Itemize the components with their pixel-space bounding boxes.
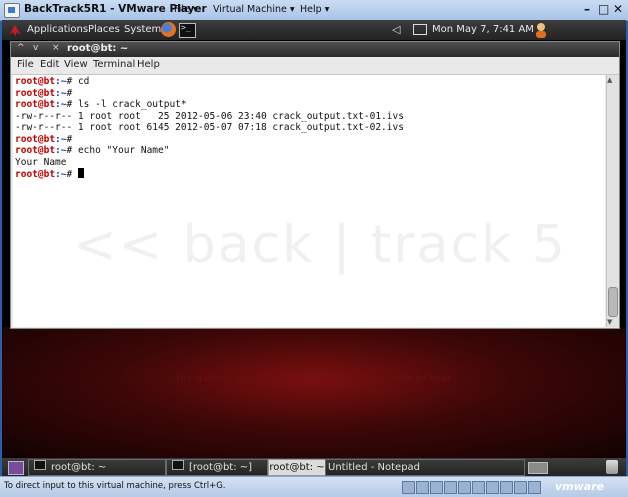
device-icon[interactable] xyxy=(500,481,513,494)
command-text: # ls -l crack_output* xyxy=(66,99,187,110)
workspace-switcher[interactable] xyxy=(528,462,548,474)
prompt-path: :~ xyxy=(55,76,67,87)
taskbar-item[interactable]: root@bt: ~ xyxy=(28,459,166,476)
terminal-menu-help[interactable]: Help xyxy=(137,59,160,70)
terminal-output-line: -rw-r--r-- 1 root root 6145 2012-05-07 0… xyxy=(15,122,404,133)
vmware-menu-help[interactable]: Help ▾ xyxy=(300,4,329,15)
guest-screen[interactable]: Applications Places System ◁ Mon May 7, … xyxy=(2,20,626,476)
scrollbar-thumb[interactable] xyxy=(608,287,618,317)
device-icon[interactable] xyxy=(402,481,415,494)
prompt-path: :~ xyxy=(55,133,67,145)
desktop-wallpaper xyxy=(2,327,626,458)
menu-applications[interactable]: Applications xyxy=(27,24,88,35)
mail-icon[interactable] xyxy=(413,24,427,35)
text-cursor xyxy=(77,168,84,178)
terminal-menubar: File Edit View Terminal Help xyxy=(11,57,619,75)
clock[interactable]: Mon May 7, 7:41 AM xyxy=(432,24,534,35)
chevron-up-icon[interactable]: ^ xyxy=(17,43,25,53)
maximize-icon[interactable]: □ xyxy=(598,2,609,16)
gnome-bottom-panel: root@bt: ~ [root@bt: ~] root@bt: ~ Untit… xyxy=(2,458,626,476)
terminal-output[interactable]: << back | track 5 root@bt:~# cd root@bt:… xyxy=(13,75,605,327)
terminal-menu-view[interactable]: View xyxy=(64,59,88,70)
terminal-line: root@bt:~# ls -l crack_output* xyxy=(15,99,187,111)
terminal-menu-file[interactable]: File xyxy=(17,59,34,70)
terminal-menu-edit[interactable]: Edit xyxy=(40,59,59,70)
prompt-path: :~ xyxy=(55,99,67,110)
command-text: # xyxy=(66,133,73,145)
terminal-line: root@bt:~# xyxy=(15,88,72,100)
vmware-menu-virtual-machine[interactable]: Virtual Machine ▾ xyxy=(213,4,295,15)
device-icon[interactable] xyxy=(416,481,429,494)
minimize-icon[interactable]: – xyxy=(584,2,590,16)
status-message: To direct input to this virtual machine,… xyxy=(4,481,226,491)
device-icon[interactable] xyxy=(472,481,485,494)
terminal-output-line: Your Name xyxy=(15,156,67,168)
device-icon[interactable] xyxy=(514,481,527,494)
vmware-menu-file[interactable]: File ▾ xyxy=(174,4,198,15)
terminal-window[interactable]: ^ v × root@bt: ~ File Edit View Terminal… xyxy=(10,41,620,329)
device-icon[interactable] xyxy=(458,481,471,494)
prompt-path: :~ xyxy=(55,145,67,156)
terminal-icon xyxy=(34,460,46,470)
close-icon[interactable]: × xyxy=(52,43,60,53)
vmware-logo: vmware xyxy=(555,480,605,493)
terminal-menu-terminal[interactable]: Terminal xyxy=(93,59,135,70)
menu-places[interactable]: Places xyxy=(88,24,120,35)
prompt-user: root@bt xyxy=(15,76,56,87)
terminal-titlebar[interactable]: ^ v × root@bt: ~ xyxy=(11,42,619,57)
terminal-icon xyxy=(172,460,184,470)
close-icon[interactable]: ✕ xyxy=(613,2,623,16)
speaker-icon[interactable]: ◁ xyxy=(392,23,400,36)
command-text: # xyxy=(66,169,78,180)
user-icon[interactable] xyxy=(534,22,548,38)
device-icon[interactable] xyxy=(430,481,443,494)
trash-icon[interactable] xyxy=(606,460,618,474)
prompt-user: root@bt xyxy=(15,145,56,156)
vmware-titlebar: BackTrack5R1 - VMware Player File ▾ Virt… xyxy=(0,0,628,21)
terminal-line: root@bt:~# cd xyxy=(15,76,89,88)
terminal-output-line: -rw-r--r-- 1 root root 25 2012-05-06 23:… xyxy=(15,110,404,122)
prompt-user: root@bt xyxy=(15,133,56,145)
device-icon[interactable] xyxy=(528,481,541,494)
chevron-down-icon[interactable]: v xyxy=(33,43,38,53)
firefox-icon[interactable] xyxy=(161,22,176,37)
prompt-user: root@bt xyxy=(15,169,56,180)
scroll-down-icon[interactable]: ▼ xyxy=(607,318,612,326)
device-icon[interactable] xyxy=(486,481,499,494)
terminal-line: root@bt:~# xyxy=(15,168,84,181)
device-icon[interactable] xyxy=(444,481,457,494)
terminal-line: root@bt:~# xyxy=(15,134,72,146)
taskbar-item[interactable]: [root@bt: ~] xyxy=(166,459,268,476)
prompt-path: :~ xyxy=(55,169,67,180)
wallpaper-motto: the quieter you become, the more you are… xyxy=(176,374,452,384)
menu-system[interactable]: System xyxy=(124,24,161,35)
show-desktop-icon[interactable] xyxy=(8,461,24,475)
command-text: # echo "Your Name" xyxy=(66,145,170,156)
prompt-user: root@bt xyxy=(15,87,56,99)
vmware-statusbar: To direct input to this virtual machine,… xyxy=(0,476,628,497)
taskbar-item-active[interactable]: root@bt: ~ xyxy=(268,459,326,476)
taskbar-item[interactable]: Untitled - Notepad xyxy=(325,459,525,476)
prompt-path: :~ xyxy=(55,87,67,99)
gnome-top-panel: Applications Places System ◁ Mon May 7, … xyxy=(2,20,626,40)
backtrack-dragon-icon xyxy=(9,25,21,36)
terminal-title: root@bt: ~ xyxy=(67,43,129,54)
backtrack-watermark: << back | track 5 xyxy=(73,215,567,275)
command-text: # cd xyxy=(66,76,90,87)
scroll-up-icon[interactable]: ▲ xyxy=(607,76,612,84)
command-text: # xyxy=(66,87,73,99)
prompt-user: root@bt xyxy=(15,99,56,110)
vmware-app-icon xyxy=(4,3,20,18)
terminal-line: root@bt:~# echo "Your Name" xyxy=(15,145,169,157)
terminal-launcher-icon[interactable] xyxy=(179,23,196,38)
